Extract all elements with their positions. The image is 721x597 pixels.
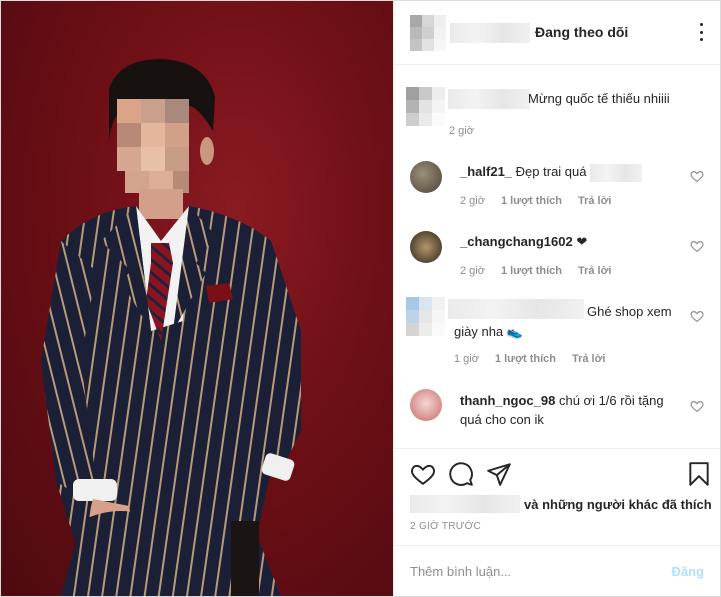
commenter-avatar[interactable] — [410, 389, 442, 421]
reply-button[interactable]: Trả lời — [572, 353, 606, 365]
reply-button[interactable]: Trả lời — [578, 195, 612, 207]
comment-username[interactable]: _changchang1602 — [460, 234, 573, 249]
man-in-suit-illustration — [41, 59, 301, 596]
comment-input-bar: Đăng — [394, 545, 720, 597]
redacted-text — [590, 163, 643, 182]
commenter-avatar[interactable] — [406, 297, 445, 336]
caption-author-avatar[interactable] — [406, 87, 445, 126]
post-actions: và những người khác đã thích 2 GIỜ TRƯỚC… — [394, 448, 720, 596]
post-dialog: Đang theo dõi Mừng quốc tế thiếu nhiiii … — [0, 0, 721, 597]
more-horizontal-icon[interactable] — [692, 23, 710, 41]
reply-button[interactable]: Trả lời — [578, 265, 612, 277]
bookmark-icon[interactable] — [686, 461, 712, 487]
comment-likes[interactable]: 1 lượt thích — [495, 353, 556, 365]
liker-username-redacted[interactable] — [410, 495, 520, 513]
comment-text: Ghé shop xem giày nha 👟 — [454, 304, 672, 339]
heart-icon[interactable] — [410, 461, 436, 487]
action-icons — [410, 461, 709, 487]
comment-body: _changchang1602 ❤ — [460, 233, 678, 251]
comment-icon[interactable] — [448, 461, 474, 487]
heart-icon[interactable] — [690, 399, 704, 413]
following-status[interactable]: Đang theo dõi — [535, 24, 628, 40]
heart-icon[interactable] — [690, 169, 704, 183]
post-side-panel: Đang theo dõi Mừng quốc tế thiếu nhiiii … — [393, 1, 720, 596]
comment-time[interactable]: 2 giờ — [460, 195, 485, 207]
likes-summary[interactable]: và những người khác đã thích — [410, 495, 712, 513]
post-comment-button[interactable]: Đăng — [672, 564, 705, 579]
heart-icon[interactable] — [690, 309, 704, 323]
likes-text[interactable]: và những người khác đã thích — [524, 497, 712, 512]
post-timestamp[interactable]: 2 GIỜ TRƯỚC — [410, 521, 481, 532]
comment-input[interactable] — [410, 564, 672, 579]
comment-time[interactable]: 1 giờ — [454, 353, 479, 365]
comments-list: Mừng quốc tế thiếu nhiiii 2 giờ _half21_… — [394, 65, 720, 448]
commenter-avatar[interactable] — [410, 231, 442, 263]
comment-likes[interactable]: 1 lượt thích — [501, 195, 562, 207]
caption-username-redacted[interactable] — [448, 89, 530, 109]
comment-meta: 1 giờ 1 lượt thích Trả lời — [454, 353, 605, 365]
send-icon[interactable] — [486, 461, 512, 487]
post-photo[interactable] — [1, 1, 393, 596]
comment-body: thanh_ngoc_98 chú ơi 1/6 rồi tặng quá ch… — [460, 391, 678, 429]
comment-username[interactable]: thanh_ngoc_98 — [460, 393, 555, 408]
comment-likes[interactable]: 1 lượt thích — [501, 265, 562, 277]
comment-body: _half21_ Đẹp trai quá — [460, 163, 678, 182]
comment-meta: 2 giờ 1 lượt thích Trả lời — [460, 265, 611, 277]
pixelated-face — [117, 99, 189, 193]
comment-time[interactable]: 2 giờ — [460, 265, 485, 277]
caption-time: 2 giờ — [449, 125, 474, 137]
heart-icon[interactable] — [690, 239, 704, 253]
post-header: Đang theo dõi — [394, 1, 720, 65]
comment-meta: 2 giờ 1 lượt thích Trả lời — [460, 195, 611, 207]
commenter-avatar[interactable] — [410, 161, 442, 193]
author-avatar[interactable] — [410, 14, 446, 51]
caption-text: Mừng quốc tế thiếu nhiiii — [528, 91, 670, 106]
comment-username[interactable]: _half21_ — [460, 164, 512, 179]
author-username-redacted[interactable] — [450, 22, 530, 43]
comment-text: Đẹp trai quá — [515, 164, 587, 179]
comment-text: ❤ — [576, 234, 588, 249]
